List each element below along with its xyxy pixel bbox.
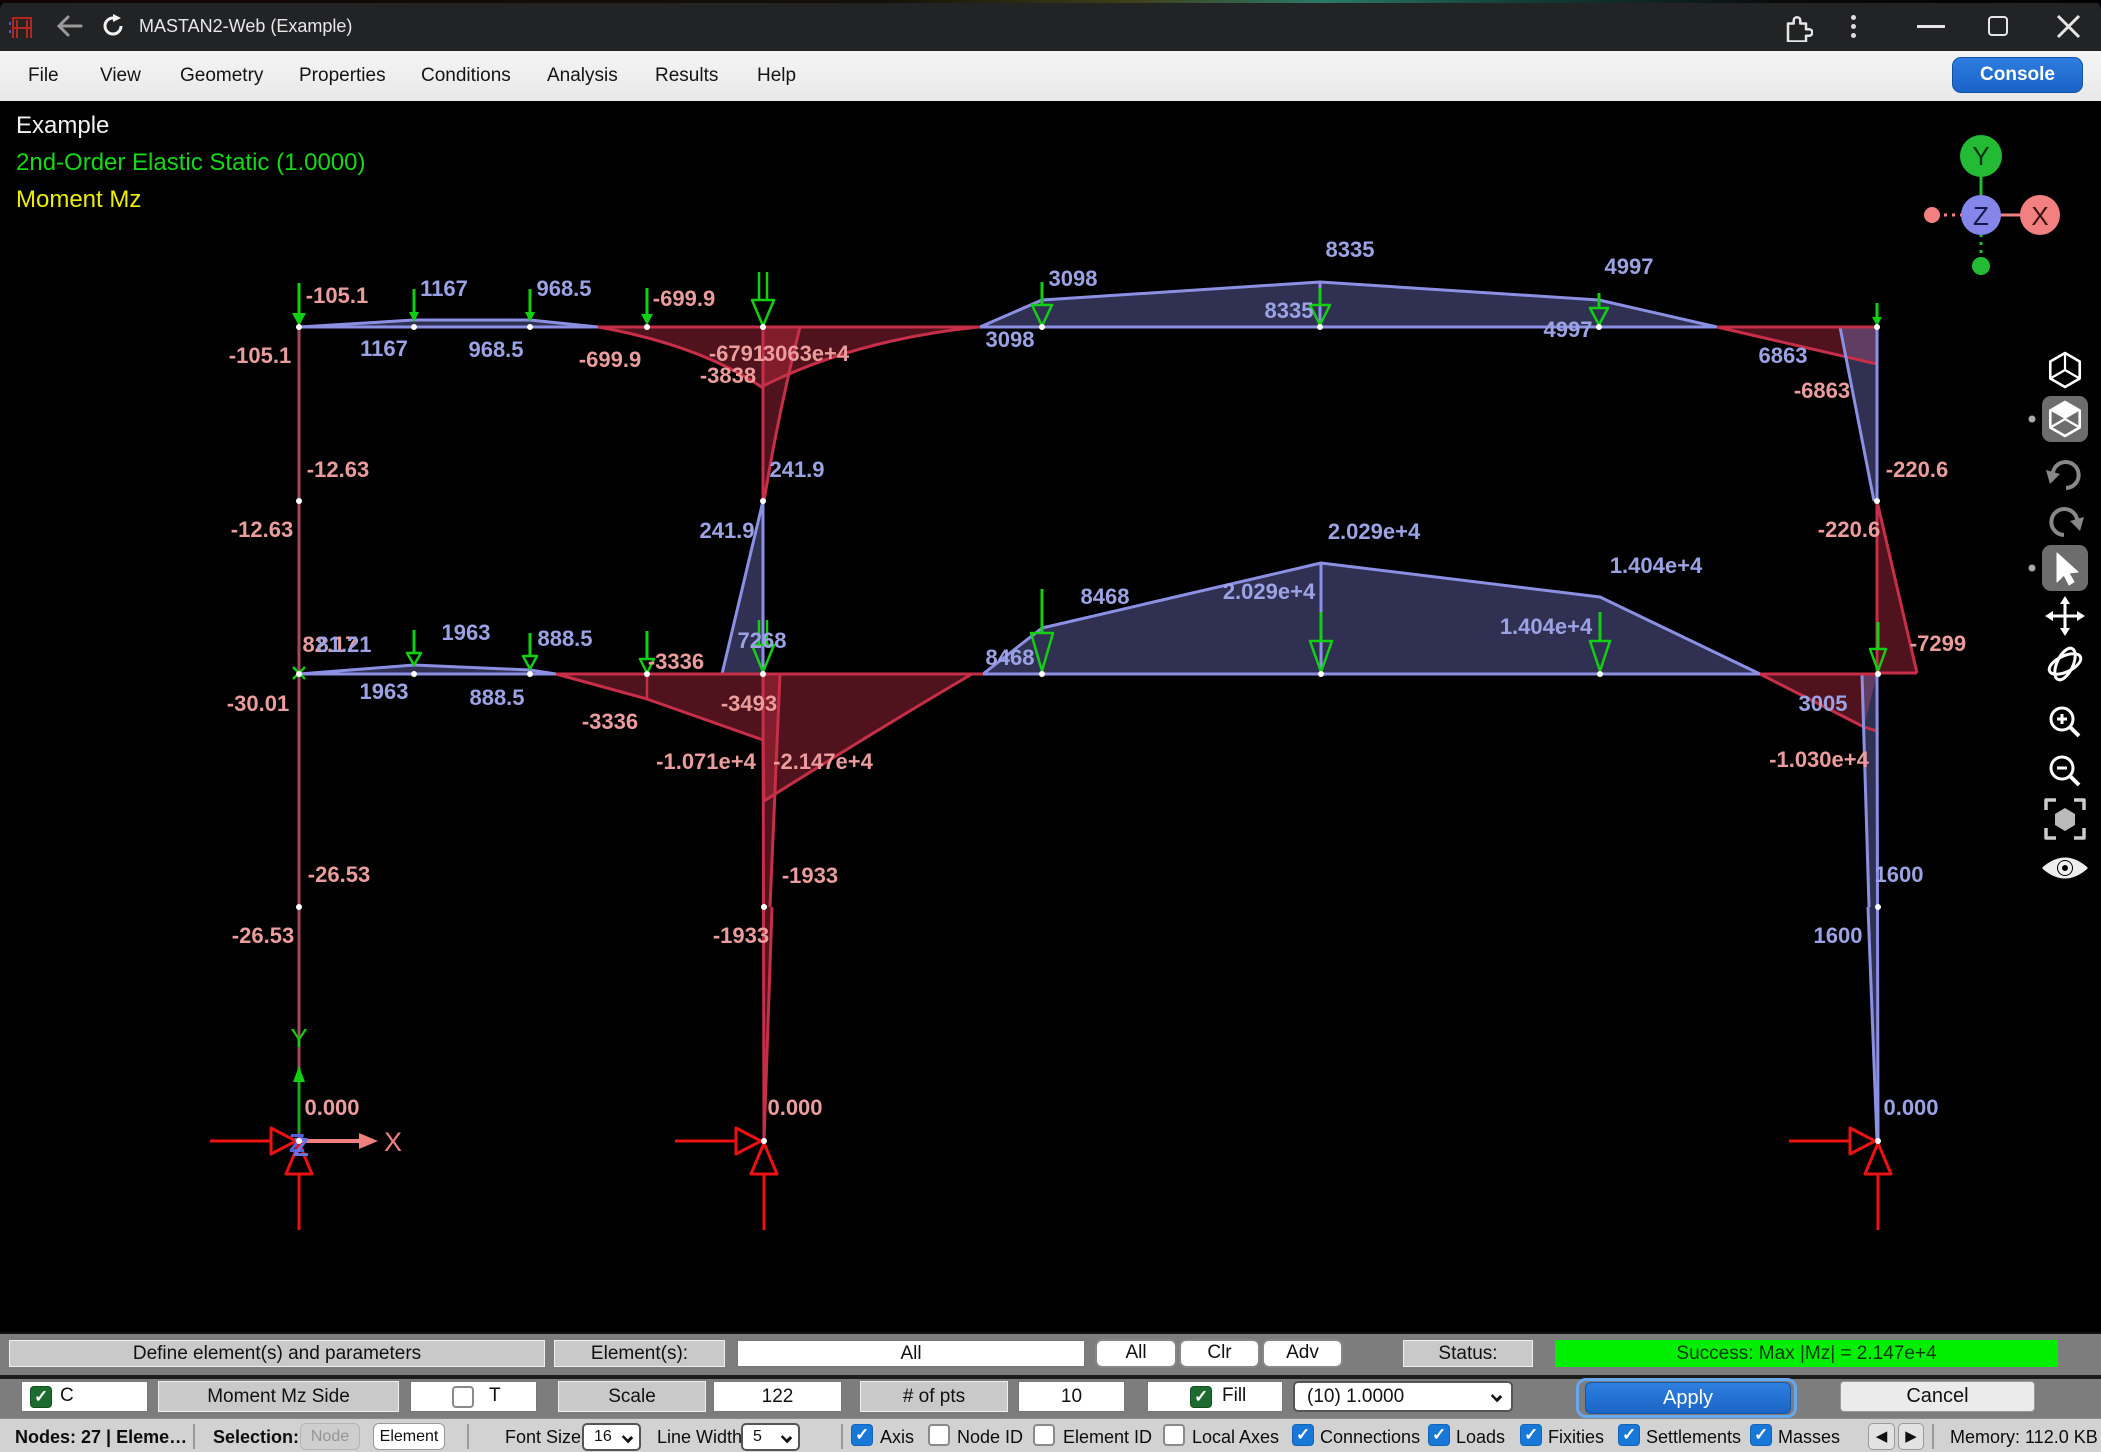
- svg-text:-3838: -3838: [700, 363, 756, 388]
- svg-text:-220.6: -220.6: [1818, 517, 1880, 542]
- svg-text:-3336: -3336: [582, 709, 638, 734]
- svg-text:Example: Example: [16, 112, 109, 139]
- svg-text:8468: 8468: [1081, 584, 1130, 609]
- svg-text:0.000: 0.000: [1883, 1095, 1938, 1120]
- svg-text:888.5: 888.5: [469, 685, 524, 710]
- svg-text:-3493: -3493: [721, 691, 777, 716]
- svg-text:968.5: 968.5: [536, 276, 591, 301]
- svg-text:-1.030e+4: -1.030e+4: [1769, 747, 1869, 772]
- svg-text:X: X: [384, 1127, 402, 1157]
- svg-text:-699.9: -699.9: [579, 347, 641, 372]
- svg-text:4997: 4997: [1605, 254, 1654, 279]
- svg-text:-1933: -1933: [782, 863, 838, 888]
- svg-text:-105.1: -105.1: [229, 343, 291, 368]
- svg-text:8335: 8335: [1326, 237, 1375, 262]
- svg-text:241.9: 241.9: [699, 518, 754, 543]
- svg-text:81.21: 81.21: [316, 632, 371, 657]
- svg-text:-12.63: -12.63: [307, 457, 369, 482]
- svg-text:-7299: -7299: [1910, 631, 1966, 656]
- svg-text:1.404e+4: 1.404e+4: [1500, 614, 1593, 639]
- svg-text:2nd-Order Elastic Static (1.00: 2nd-Order Elastic Static (1.0000): [16, 149, 366, 176]
- svg-text:-30.01: -30.01: [227, 691, 289, 716]
- svg-text:888.5: 888.5: [537, 626, 592, 651]
- svg-text:-2.147e+4: -2.147e+4: [773, 749, 873, 774]
- svg-text:8468: 8468: [986, 645, 1035, 670]
- svg-text:-12.63: -12.63: [231, 517, 293, 542]
- svg-text:241.9: 241.9: [769, 457, 824, 482]
- svg-text:1963: 1963: [360, 679, 409, 704]
- svg-text:0.000: 0.000: [767, 1095, 822, 1120]
- svg-text:Y: Y: [1972, 141, 1989, 171]
- svg-text:Y: Y: [290, 1023, 307, 1053]
- svg-text:-1933: -1933: [713, 923, 769, 948]
- svg-text:8335: 8335: [1265, 298, 1314, 323]
- svg-text:2.029e+4: 2.029e+4: [1223, 579, 1316, 604]
- svg-text:1167: 1167: [420, 276, 468, 301]
- svg-text:-26.53: -26.53: [232, 923, 294, 948]
- svg-text:1600: 1600: [1875, 862, 1924, 887]
- svg-text:-1.071e+4: -1.071e+4: [656, 749, 756, 774]
- svg-text:-699.9: -699.9: [653, 286, 715, 311]
- svg-text:-3336: -3336: [648, 649, 704, 674]
- svg-text:7268: 7268: [738, 628, 787, 653]
- svg-text:-105.1: -105.1: [306, 283, 368, 308]
- svg-text:3098: 3098: [986, 327, 1035, 352]
- svg-text:6863: 6863: [1759, 343, 1808, 368]
- svg-text:1600: 1600: [1814, 923, 1863, 948]
- svg-text:Moment Mz: Moment Mz: [16, 186, 141, 213]
- svg-text:-220.6: -220.6: [1886, 457, 1948, 482]
- svg-text:968.5: 968.5: [468, 337, 523, 362]
- svg-text:-26.53: -26.53: [308, 862, 370, 887]
- svg-text:1167: 1167: [360, 336, 408, 361]
- svg-text:4997: 4997: [1544, 317, 1593, 342]
- svg-text:0.000: 0.000: [304, 1095, 359, 1120]
- svg-text:3063e+4: 3063e+4: [763, 341, 850, 366]
- svg-text:X: X: [2031, 201, 2048, 231]
- svg-text:Z: Z: [293, 1132, 309, 1162]
- svg-text:3005: 3005: [1799, 691, 1848, 716]
- svg-text:1963: 1963: [442, 620, 491, 645]
- svg-text:-6863: -6863: [1794, 378, 1850, 403]
- svg-text:3098: 3098: [1049, 266, 1098, 291]
- svg-text:1.404e+4: 1.404e+4: [1610, 553, 1703, 578]
- svg-text:Z: Z: [1973, 201, 1989, 231]
- svg-text:2.029e+4: 2.029e+4: [1328, 519, 1421, 544]
